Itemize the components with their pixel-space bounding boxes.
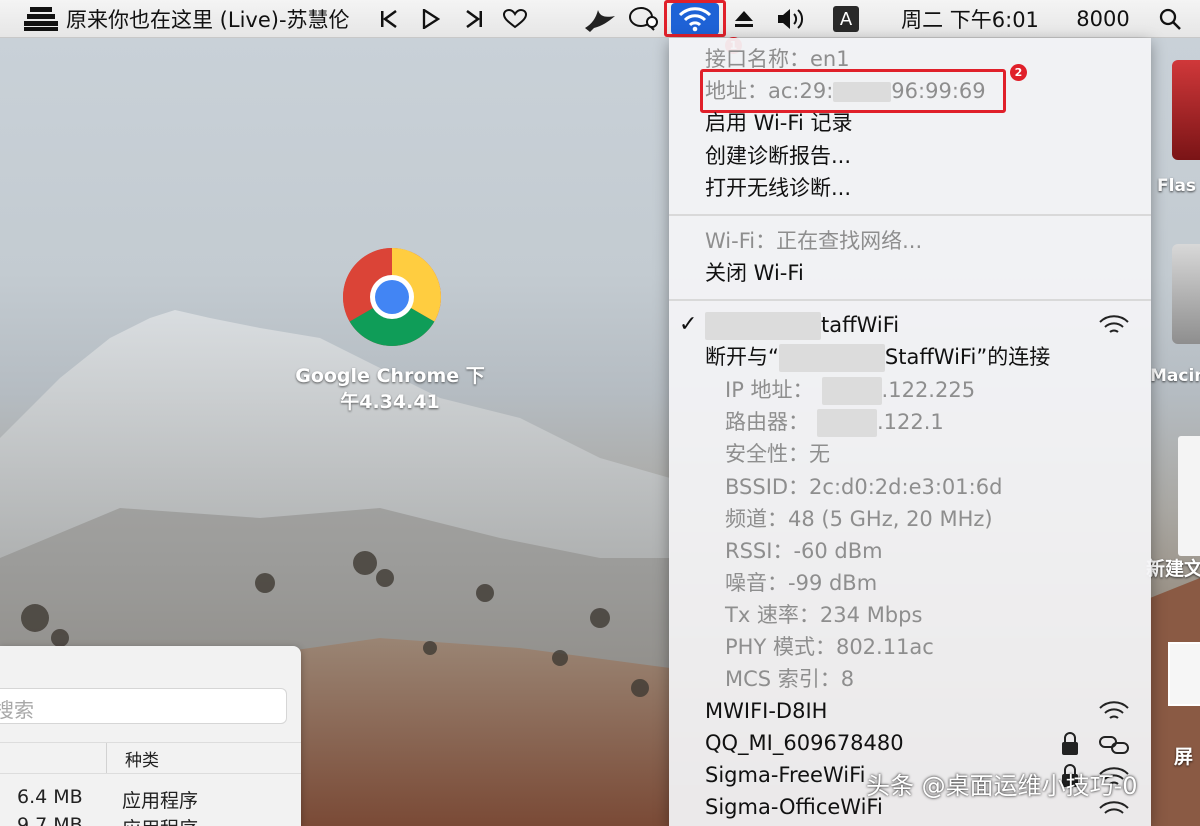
finder-column-header: 种类 — [0, 742, 301, 774]
wifi-dropdown-menu: 接口名称：en1 地址：ac:29: 96:99:69 2 启用 Wi-Fi 记录… — [669, 38, 1151, 826]
current-network-name: taffWiFi — [821, 313, 900, 337]
chrome-file-label[interactable]: Google Chrome 下 午4.34.41 — [290, 363, 490, 415]
google-chrome-icon[interactable] — [342, 247, 442, 347]
enable-wifi-logging-item[interactable]: 启用 Wi-Fi 记录 — [705, 108, 852, 138]
finder-search-input[interactable]: 搜索 — [0, 688, 287, 724]
create-diagnostics-report-item[interactable]: 创建诊断报告... — [705, 141, 851, 171]
volume-icon[interactable] — [776, 0, 808, 38]
macintosh-hd-icon[interactable] — [1172, 244, 1200, 344]
ip-address: IP 地址： .122.225 — [725, 375, 975, 405]
disconnect-prefix: 断开与“ — [705, 345, 779, 369]
chat-bubble-icon[interactable] — [627, 0, 661, 38]
annotation-badge-2: 2 — [1010, 64, 1027, 81]
input-source-label: A — [833, 6, 859, 32]
screenshot-file-icon[interactable] — [1168, 642, 1200, 706]
input-source-button[interactable]: A — [832, 0, 860, 38]
turn-wifi-off-item[interactable]: 关闭 Wi-Fi — [705, 258, 804, 288]
finder-window: 搜索 种类 6.4 MB 应用程序 9.7 MB 应用程序 — [0, 646, 301, 826]
redacted-blur — [705, 312, 821, 340]
network-item[interactable]: MWIFI-D8IH — [705, 696, 827, 726]
redacted-blur — [821, 377, 882, 405]
file-size: 6.4 MB — [17, 786, 83, 808]
spotlight-search-icon[interactable] — [1155, 0, 1185, 38]
screenshot-file-label: 屏 — [1174, 746, 1194, 768]
search-placeholder: 搜索 — [0, 698, 34, 722]
next-track-icon[interactable] — [463, 0, 485, 38]
tx-rate: Tx 速率：234 Mbps — [725, 603, 923, 627]
disconnect-suffix: StaffWiFi”的连接 — [884, 345, 1051, 369]
wifi-signal-icon — [1099, 801, 1129, 814]
file-kind: 应用程序 — [122, 790, 199, 812]
network-item[interactable]: QQ_MI_609678480 — [705, 728, 904, 758]
flash-disk-icon[interactable] — [1172, 60, 1200, 160]
eject-icon[interactable] — [731, 0, 757, 38]
column-divider[interactable] — [106, 743, 107, 773]
previous-track-icon[interactable] — [378, 0, 400, 38]
ip-value: .122.225 — [881, 378, 976, 402]
network-item[interactable]: Sigma-FreeWiFi — [705, 760, 865, 790]
router-address: 路由器： .122.1 — [725, 407, 944, 437]
redacted-blur — [817, 409, 877, 437]
router-value: .122.1 — [877, 410, 944, 434]
chrome-label-line2: 午4.34.41 — [340, 391, 440, 413]
lock-icon — [1062, 732, 1078, 755]
security: 安全性：无 — [725, 442, 830, 466]
noise: 噪音：-99 dBm — [725, 571, 878, 595]
current-network-item[interactable]: taffWiFi — [705, 310, 899, 340]
router-label: 路由器： — [725, 410, 809, 434]
file-size: 9.7 MB — [17, 814, 83, 826]
connected-checkmark-icon: ✓ — [679, 312, 698, 337]
annotation-box-address — [700, 69, 1006, 113]
play-icon[interactable] — [420, 0, 442, 38]
flash-disk-label: Flas — [1157, 176, 1197, 196]
disconnect-network-item[interactable]: 断开与“ StaffWiFi”的连接 — [705, 342, 1050, 372]
annotation-box-wifi — [664, 0, 726, 37]
chrome-label-line1: Google Chrome 下 — [295, 365, 485, 387]
menu-clock[interactable]: 周二 下午6:01 — [890, 0, 1050, 38]
watermark-text: 头条 @桌面运维小技巧-0 — [866, 772, 1138, 800]
wifi-status: Wi-Fi：正在查找网络... — [705, 229, 923, 253]
phy-mode: PHY 模式：802.11ac — [725, 635, 934, 659]
ip-label: IP 地址： — [725, 378, 814, 402]
kind-column-header[interactable]: 种类 — [125, 746, 159, 771]
bssid: BSSID：2c:d0:2d:e3:01:6d — [725, 475, 1003, 499]
personal-hotspot-icon — [1099, 736, 1129, 754]
mcs-index: MCS 索引：8 — [725, 667, 855, 691]
menu-bar: 原来你也在这里 (Live)-苏慧伦 1 A 周二 下午6:01 8000 — [0, 0, 1200, 54]
network-item[interactable]: Sigma-OfficeWiFi — [705, 792, 883, 822]
open-wireless-diagnostics-item[interactable]: 打开无线诊断... — [705, 173, 851, 203]
menu-separator — [669, 299, 1151, 301]
file-kind: 应用程序 — [122, 814, 198, 826]
wifi-signal-icon — [1099, 701, 1129, 719]
heart-icon[interactable] — [502, 0, 528, 38]
macintosh-hd-label: Macin — [1150, 366, 1200, 386]
rssi: RSSI：-60 dBm — [725, 539, 883, 563]
menu-separator — [669, 214, 1151, 216]
new-folder-icon[interactable] — [1178, 436, 1200, 556]
new-folder-label: 新建文 — [1146, 558, 1200, 580]
wifi-signal-icon — [1099, 315, 1129, 333]
now-playing-title[interactable]: 原来你也在这里 (Live)-苏慧伦 — [66, 0, 356, 38]
redacted-blur — [778, 344, 885, 372]
bird-app-icon[interactable] — [583, 0, 617, 38]
channel: 频道：48 (5 GHz, 20 MHz) — [725, 507, 993, 531]
music-app-icon[interactable] — [22, 0, 60, 38]
menu-extra-text[interactable]: 8000 — [1068, 0, 1138, 38]
